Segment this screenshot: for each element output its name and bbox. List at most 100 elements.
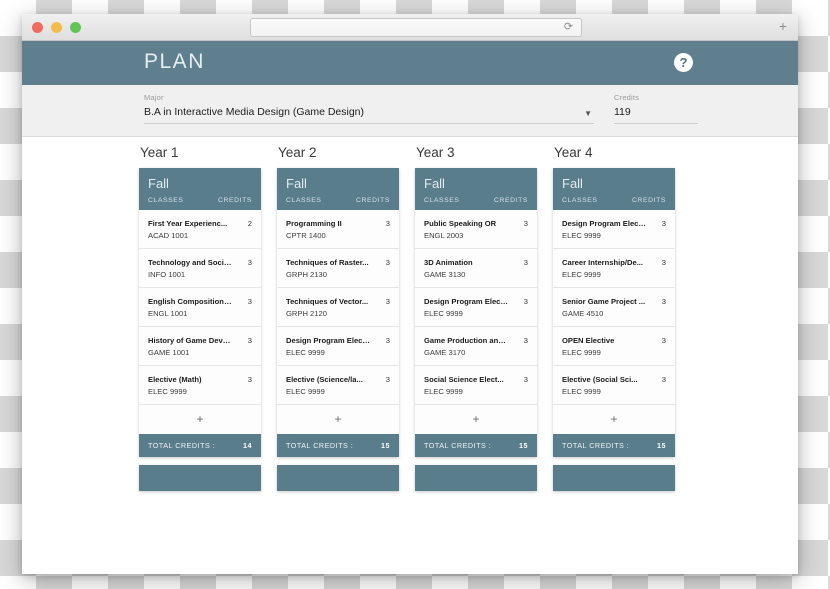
term-header <box>139 465 261 491</box>
course-row-top: Elective (Math) 3 <box>148 375 252 384</box>
course-row[interactable]: History of Game Deve... 3 GAME 1001 <box>139 327 261 366</box>
course-row-top: Technology and Socie... 3 <box>148 258 252 267</box>
course-name: Design Program Elect... <box>286 336 370 345</box>
course-name: English Composition ... <box>148 297 232 306</box>
course-row-top: Elective (Science/la... 3 <box>286 375 390 384</box>
term-card <box>415 465 537 491</box>
course-credits: 3 <box>523 258 528 267</box>
course-name: Game Production and ... <box>424 336 508 345</box>
course-credits: 3 <box>385 375 390 384</box>
course-row[interactable]: Career Internship/De... 3 ELEC 9999 <box>553 249 675 288</box>
add-course-button[interactable]: + <box>139 405 261 434</box>
minimize-window-button[interactable] <box>51 22 62 33</box>
course-row[interactable]: Design Program Elect... 3 ELEC 9999 <box>415 288 537 327</box>
credits-value: 119 <box>614 106 631 118</box>
total-credits-value: 15 <box>657 441 666 450</box>
course-row-top: Social Science Elect... 3 <box>424 375 528 384</box>
course-row[interactable]: First Year Experienc... 2 ACAD 1001 <box>139 210 261 249</box>
plan-form-row: Major B.A in Interactive Media Design (G… <box>22 85 798 137</box>
chevron-down-icon[interactable]: ▼ <box>584 109 592 118</box>
term-card: Fall CLASSES CREDITS Public Speaking OR 3 ENG… <box>415 168 537 457</box>
course-row-top: Public Speaking OR 3 <box>424 219 528 228</box>
course-row[interactable]: Public Speaking OR 3 ENGL 2003 <box>415 210 537 249</box>
course-row[interactable]: English Composition ... 3 ENGL 1001 <box>139 288 261 327</box>
reload-icon[interactable]: ⟳ <box>562 21 575 34</box>
browser-titlebar: ⟳ + <box>22 14 798 41</box>
total-credits-label: TOTAL CREDITS : <box>148 441 216 450</box>
credits-column-header: CREDITS <box>631 197 666 204</box>
course-credits: 3 <box>661 336 666 345</box>
term-card <box>553 465 675 491</box>
classes-column-header: CLASSES <box>424 197 460 204</box>
course-name: Techniques of Vector... <box>286 297 369 306</box>
total-credits-value: 15 <box>381 441 390 450</box>
credits-label: Credits <box>614 93 640 102</box>
course-row[interactable]: Game Production and ... 3 GAME 3170 <box>415 327 537 366</box>
year-title: Year 2 <box>278 145 317 160</box>
add-course-button[interactable]: + <box>277 405 399 434</box>
course-name: Elective (Social Sci... <box>562 375 638 384</box>
plan-content: Year 1 Fall CLASSES CREDITS First Year Exper… <box>22 137 798 574</box>
course-row[interactable]: Design Program Elect... 3 ELEC 9999 <box>553 210 675 249</box>
new-tab-button[interactable]: + <box>774 17 792 35</box>
course-row[interactable]: Design Program Elect... 3 ELEC 9999 <box>277 327 399 366</box>
classes-column-header: CLASSES <box>286 197 322 204</box>
credits-column-header: CREDITS <box>217 197 252 204</box>
credits-underline <box>614 123 698 124</box>
course-credits: 3 <box>523 375 528 384</box>
course-name: First Year Experienc... <box>148 219 228 228</box>
add-course-button[interactable]: + <box>553 405 675 434</box>
course-credits: 2 <box>247 219 252 228</box>
course-row[interactable]: Elective (Science/la... 3 ELEC 9999 <box>277 366 399 405</box>
term-name: Fall <box>148 176 169 191</box>
term-header: Fall CLASSES CREDITS <box>139 168 261 210</box>
course-code: GAME 3170 <box>424 348 466 357</box>
year-title: Year 1 <box>140 145 179 160</box>
course-row[interactable]: Programming II 3 CPTR 1400 <box>277 210 399 249</box>
course-credits: 3 <box>661 219 666 228</box>
course-name: Design Program Elect... <box>424 297 508 306</box>
year-title: Year 4 <box>554 145 593 160</box>
close-window-button[interactable] <box>32 22 43 33</box>
course-code: ELEC 9999 <box>562 270 601 279</box>
term-header: Fall CLASSES CREDITS <box>415 168 537 210</box>
course-row[interactable]: Techniques of Raster... 3 GRPH 2130 <box>277 249 399 288</box>
term-name: Fall <box>424 176 445 191</box>
course-code: ELEC 9999 <box>562 231 601 240</box>
course-row-top: Design Program Elect... 3 <box>286 336 390 345</box>
course-code: ELEC 9999 <box>148 387 187 396</box>
course-credits: 3 <box>247 375 252 384</box>
course-row-top: Senior Game Project ... 3 <box>562 297 666 306</box>
course-row[interactable]: Elective (Math) 3 ELEC 9999 <box>139 366 261 405</box>
course-code: ELEC 9999 <box>562 348 601 357</box>
course-row[interactable]: 3D Animation 3 GAME 3130 <box>415 249 537 288</box>
term-card <box>139 465 261 491</box>
maximize-window-button[interactable] <box>70 22 81 33</box>
major-label: Major <box>144 93 164 102</box>
course-row[interactable]: Social Science Elect... 3 ELEC 9999 <box>415 366 537 405</box>
course-row[interactable]: Elective (Social Sci... 3 ELEC 9999 <box>553 366 675 405</box>
course-row-top: OPEN Elective 3 <box>562 336 666 345</box>
term-total-credits: TOTAL CREDITS : 15 <box>415 434 537 457</box>
course-name: OPEN Elective <box>562 336 615 345</box>
course-row[interactable]: Technology and Socie... 3 INFO 1001 <box>139 249 261 288</box>
year-column: Year 1 Fall CLASSES CREDITS First Year Exper… <box>139 145 261 499</box>
course-row-top: Design Program Elect... 3 <box>562 219 666 228</box>
app-header: PLAN ? <box>22 41 798 85</box>
credits-column-header: CREDITS <box>355 197 390 204</box>
add-course-button[interactable]: + <box>415 405 537 434</box>
address-bar[interactable]: ⟳ <box>250 18 582 37</box>
course-row[interactable]: Techniques of Vector... 3 GRPH 2120 <box>277 288 399 327</box>
course-credits: 3 <box>385 297 390 306</box>
course-row[interactable]: OPEN Elective 3 ELEC 9999 <box>553 327 675 366</box>
help-icon[interactable]: ? <box>674 53 693 72</box>
term-header: Fall CLASSES CREDITS <box>553 168 675 210</box>
major-field[interactable]: Major B.A in Interactive Media Design (G… <box>144 93 594 124</box>
course-name: Design Program Elect... <box>562 219 646 228</box>
term-header <box>277 465 399 491</box>
course-credits: 3 <box>661 297 666 306</box>
total-credits-label: TOTAL CREDITS : <box>286 441 354 450</box>
credits-column-header: CREDITS <box>493 197 528 204</box>
course-row-top: Design Program Elect... 3 <box>424 297 528 306</box>
course-row[interactable]: Senior Game Project ... 3 GAME 4510 <box>553 288 675 327</box>
